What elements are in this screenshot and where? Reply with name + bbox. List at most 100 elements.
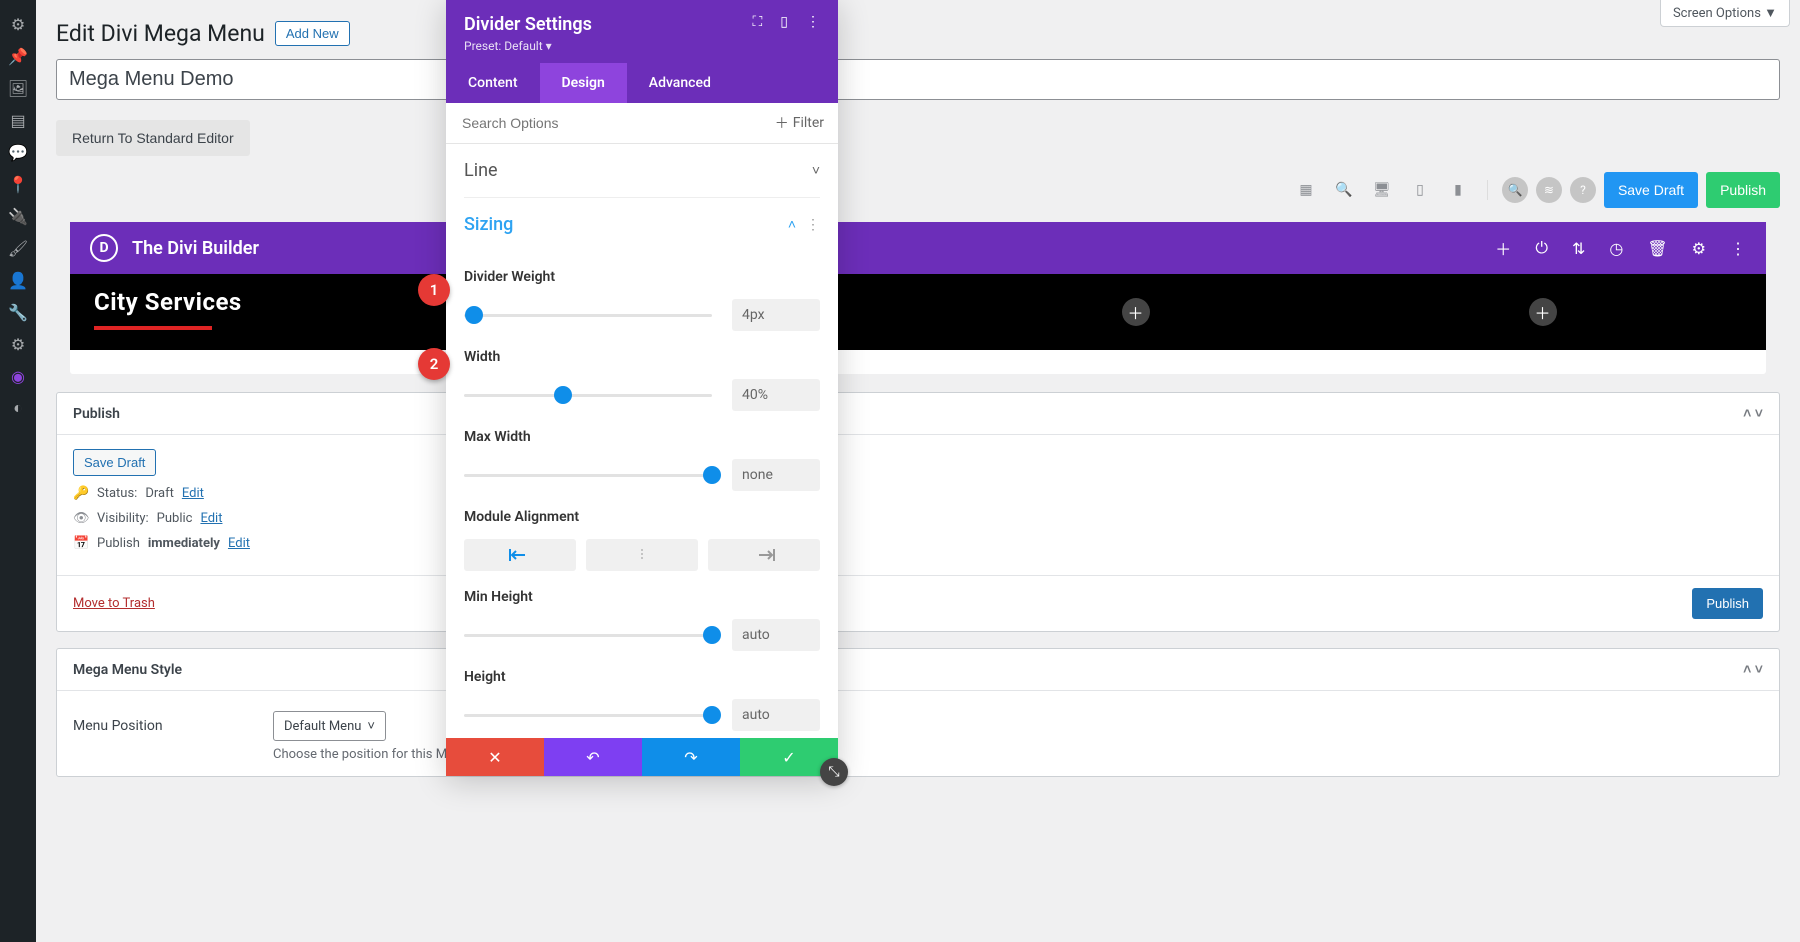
key-icon: 🔑	[73, 486, 89, 501]
gear-icon[interactable]: ⚙	[1692, 239, 1706, 258]
tablet-icon[interactable]: ▯	[1405, 175, 1435, 205]
sort-icon[interactable]: ⇅	[1572, 239, 1585, 258]
add-module-button-1[interactable]: ＋	[1122, 298, 1150, 326]
height-slider[interactable]	[464, 714, 712, 717]
modal-tabs: Content Design Advanced	[446, 63, 838, 103]
modal-undo-button[interactable]: ↶	[544, 738, 642, 776]
align-center-button[interactable]	[586, 539, 698, 571]
divi-canvas: City Services ＋ ＋	[70, 274, 1766, 374]
tab-content[interactable]: Content	[446, 63, 540, 103]
add-module-button-2[interactable]: ＋	[1529, 298, 1557, 326]
search-circle-icon[interactable]: 🔍	[1502, 177, 1528, 203]
width-label: Width	[464, 349, 820, 365]
screen-options-toggle[interactable]: Screen Options ▼	[1660, 0, 1790, 27]
modal-more-icon[interactable]: ⋮	[806, 14, 820, 30]
divider-weight-slider[interactable]	[464, 314, 712, 317]
divider-settings-modal: Divider Settings Preset: Default ▾ ⛶ ▯ ⋮…	[446, 0, 838, 776]
divider-weight-label: Divider Weight	[464, 269, 820, 285]
publish-button-top[interactable]: Publish	[1706, 172, 1780, 208]
divi-logo-icon: D	[90, 234, 118, 262]
filter-button[interactable]: ＋Filter	[761, 103, 838, 143]
publish-submit-button[interactable]: Publish	[1692, 588, 1763, 619]
height-value[interactable]: auto	[732, 699, 820, 731]
publish-metabox: Publish ˄ ˅ Save Draft 🔑 Status: Draft E…	[56, 392, 1780, 632]
module-alignment-label: Module Alignment	[464, 509, 820, 525]
page-title: Edit Divi Mega Menu	[56, 20, 265, 47]
more-icon[interactable]: ⋮	[1730, 239, 1746, 258]
align-right-button[interactable]	[708, 539, 820, 571]
divi-icon[interactable]: ◉	[0, 360, 36, 392]
divi-builder-title: The Divi Builder	[132, 238, 259, 259]
annotation-badge-1: 1	[418, 274, 450, 306]
expand-icon[interactable]: ⛶	[752, 14, 762, 30]
divider-preview	[94, 326, 212, 330]
save-draft-meta-button[interactable]: Save Draft	[73, 449, 156, 476]
menu-position-select[interactable]: Default Menu˅	[273, 711, 386, 741]
width-slider[interactable]	[464, 394, 712, 397]
height-label: Height	[464, 669, 820, 685]
comments-icon[interactable]: 💬	[0, 136, 36, 168]
edit-status-link[interactable]: Edit	[182, 486, 204, 501]
pages-icon[interactable]: ▤	[0, 104, 36, 136]
wp-admin-sidebar: ⚙ 📌 🖼 ▤ 💬 📍 🔌 🖌 👤 🔧 ⚙ ◉ ◐	[0, 0, 36, 942]
help-circle-icon[interactable]: ?	[1570, 177, 1596, 203]
wireframe-icon[interactable]: ▦	[1291, 175, 1321, 205]
max-width-value[interactable]: none	[732, 459, 820, 491]
add-section-icon[interactable]: ＋	[1495, 236, 1511, 260]
eye-icon: 👁	[73, 511, 89, 526]
media-icon[interactable]: 🖼	[0, 72, 36, 104]
publish-metabox-title: Publish	[73, 406, 120, 422]
divider-weight-value[interactable]: 4px	[732, 299, 820, 331]
style-metabox-toggle[interactable]: ˄ ˅	[1743, 661, 1763, 678]
max-width-slider[interactable]	[464, 474, 712, 477]
post-title-input[interactable]	[56, 59, 1780, 100]
trash-icon[interactable]: 🗑	[1647, 239, 1667, 258]
section-line-label[interactable]: Line	[464, 160, 498, 181]
section-sizing-toggle[interactable]: ˄ ⋮	[788, 216, 820, 233]
save-draft-button[interactable]: Save Draft	[1604, 172, 1698, 208]
layers-circle-icon[interactable]: ≋	[1536, 177, 1562, 203]
pin-icon[interactable]: 📌	[0, 40, 36, 72]
publish-metabox-toggle[interactable]: ˄ ˅	[1743, 405, 1763, 422]
modal-redo-button[interactable]: ↷	[642, 738, 740, 776]
power-icon[interactable]: ⏻	[1535, 238, 1548, 258]
edit-schedule-link[interactable]: Edit	[228, 536, 250, 551]
section-line-toggle[interactable]: ˅	[812, 162, 820, 179]
max-width-label: Max Width	[464, 429, 820, 445]
users-icon[interactable]: 👤	[0, 264, 36, 296]
edit-visibility-link[interactable]: Edit	[200, 511, 222, 526]
modal-cancel-button[interactable]: ✕	[446, 738, 544, 776]
section-sizing-label[interactable]: Sizing	[464, 214, 513, 235]
dashboard-icon[interactable]: ⚙	[0, 8, 36, 40]
divi-builder-header: D The Divi Builder ＋ ⏻ ⇅ ◷ 🗑 ⚙ ⋮	[70, 222, 1766, 274]
min-height-slider[interactable]	[464, 634, 712, 637]
history-icon[interactable]: ◷	[1609, 239, 1623, 258]
desktop-icon[interactable]: 🖥	[1367, 175, 1397, 205]
move-to-trash-link[interactable]: Move to Trash	[73, 596, 155, 611]
min-height-value[interactable]: auto	[732, 619, 820, 651]
modal-preset[interactable]: Preset: Default ▾	[464, 39, 592, 53]
appearance-icon[interactable]: 🖌	[0, 232, 36, 264]
zoom-icon[interactable]: 🔍	[1329, 175, 1359, 205]
min-height-label: Min Height	[464, 589, 820, 605]
search-options-input[interactable]	[446, 103, 761, 143]
collapse-icon[interactable]: ◐	[0, 392, 36, 424]
plugin-icon[interactable]: 🔌	[0, 200, 36, 232]
settings-icon[interactable]: ⚙	[0, 328, 36, 360]
modal-header[interactable]: Divider Settings Preset: Default ▾ ⛶ ▯ ⋮	[446, 0, 838, 63]
modal-resize-handle[interactable]: ⤡	[820, 758, 848, 786]
mega-menu-style-metabox: Mega Menu Style ˄ ˅ Menu Position Defaul…	[56, 648, 1780, 777]
return-standard-editor-button[interactable]: Return To Standard Editor	[56, 120, 250, 156]
add-new-button[interactable]: Add New	[275, 21, 350, 46]
align-left-button[interactable]	[464, 539, 576, 571]
phone-icon[interactable]: ▮	[1443, 175, 1473, 205]
canvas-heading: City Services	[94, 288, 1742, 316]
tools-icon[interactable]: 🔧	[0, 296, 36, 328]
width-value[interactable]: 40%	[732, 379, 820, 411]
snap-icon[interactable]: ▯	[780, 14, 788, 30]
pin2-icon[interactable]: 📍	[0, 168, 36, 200]
tab-advanced[interactable]: Advanced	[627, 63, 733, 103]
tab-design[interactable]: Design	[540, 63, 627, 103]
chevron-down-icon: ˅	[367, 718, 375, 734]
style-metabox-title: Mega Menu Style	[73, 662, 182, 678]
